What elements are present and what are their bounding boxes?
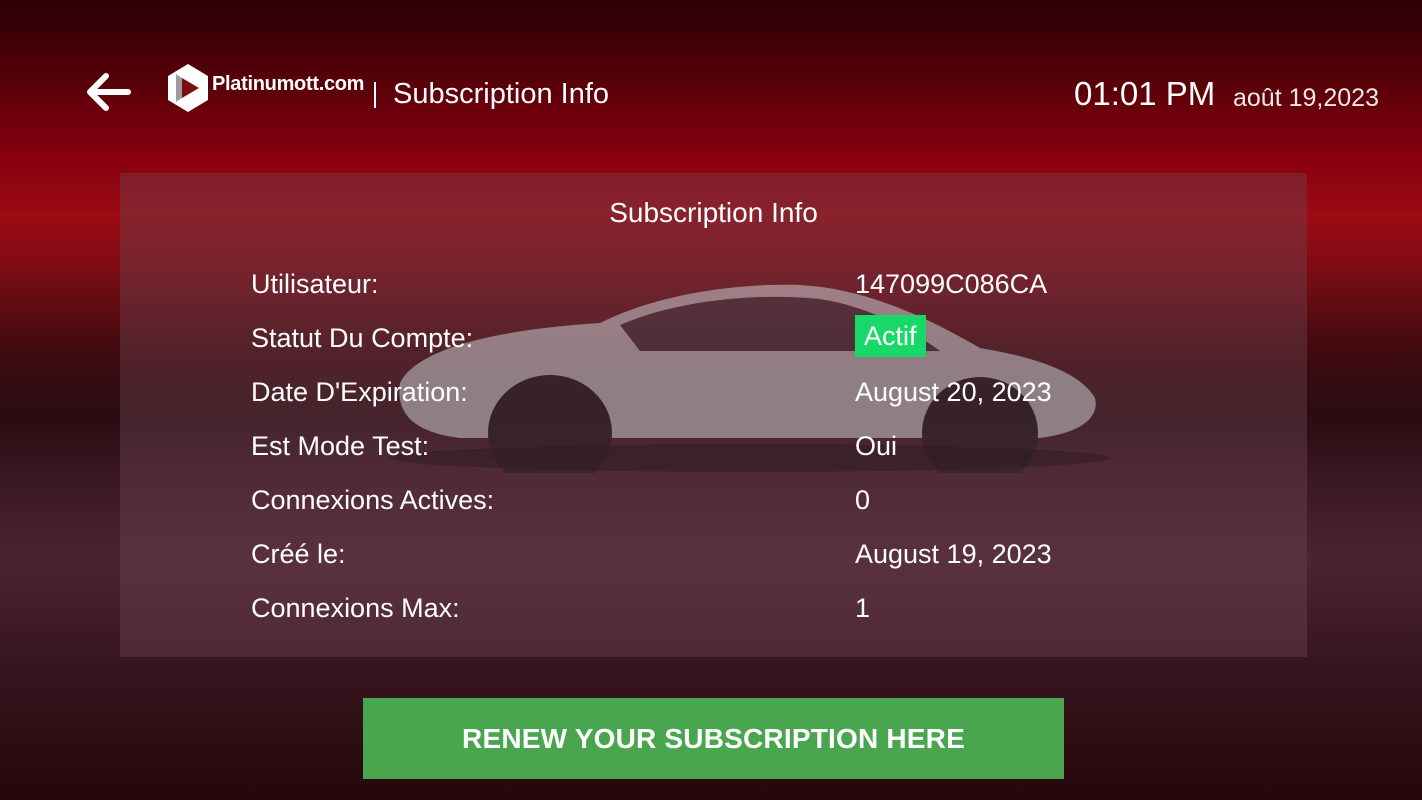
- info-row-connexions-actives: Connexions Actives: 0: [251, 480, 1151, 520]
- header-divider: [374, 82, 376, 108]
- brand-logo: Platinumott.com: [166, 60, 364, 116]
- info-label: Utilisateur:: [251, 269, 379, 299]
- info-value: 0: [855, 485, 871, 515]
- subscription-info-panel: Subscription Info Utilisateur: 147099C08…: [120, 173, 1307, 657]
- info-label: Statut Du Compte:: [251, 323, 474, 353]
- info-label: Est Mode Test:: [251, 431, 430, 461]
- info-value: Oui: [855, 431, 898, 461]
- arrow-left-icon: [87, 73, 131, 111]
- logo-text: Platinumott.com: [212, 72, 365, 95]
- clock-time: 01:01 PM: [1074, 75, 1216, 112]
- info-label: Créé le:: [251, 539, 346, 569]
- renew-subscription-button[interactable]: RENEW YOUR SUBSCRIPTION HERE: [363, 698, 1064, 779]
- info-row-mode-test: Est Mode Test: Oui: [251, 426, 1151, 466]
- info-value: 1: [855, 593, 871, 623]
- play-logo-icon: [168, 64, 208, 112]
- info-row-statut: Statut Du Compte: Actif: [251, 315, 1151, 358]
- back-button[interactable]: [84, 72, 134, 112]
- info-label: Date D'Expiration:: [251, 377, 468, 407]
- info-label: Connexions Actives:: [251, 485, 495, 515]
- info-label: Connexions Max:: [251, 593, 460, 623]
- status-badge: Actif: [855, 315, 926, 357]
- info-row-utilisateur: Utilisateur: 147099C086CA: [251, 264, 1151, 304]
- info-value: August 20, 2023: [855, 377, 1052, 407]
- panel-title: Subscription Info: [609, 197, 818, 228]
- info-row-cree-le: Créé le: August 19, 2023: [251, 534, 1151, 574]
- clock-date: août 19,2023: [1233, 84, 1379, 112]
- info-row-expiration: Date D'Expiration: August 20, 2023: [251, 372, 1151, 412]
- info-row-connexions-max: Connexions Max: 1: [251, 588, 1151, 628]
- info-value: 147099C086CA: [855, 269, 1048, 299]
- info-value: August 19, 2023: [855, 539, 1052, 569]
- page-title: Subscription Info: [393, 78, 610, 110]
